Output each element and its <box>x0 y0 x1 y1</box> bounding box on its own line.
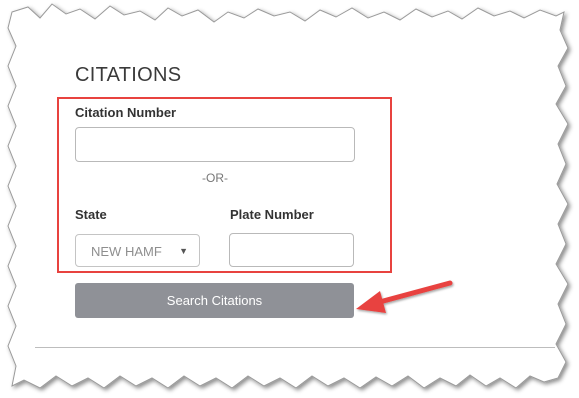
caret-down-icon: ▼ <box>179 246 188 256</box>
arrow-left-icon <box>356 280 453 313</box>
section-divider <box>35 347 555 348</box>
search-citations-button[interactable]: Search Citations <box>75 283 354 318</box>
state-selected-value: NEW HAMF <box>91 244 162 259</box>
citation-number-input[interactable] <box>75 127 355 162</box>
plate-number-label: Plate Number <box>230 207 314 222</box>
state-select[interactable]: NEW HAMF ▼ <box>75 234 200 267</box>
screenshot-stage: CITATIONS Citation Number -OR- State Pla… <box>0 0 579 398</box>
or-separator: -OR- <box>202 171 228 185</box>
citation-number-label: Citation Number <box>75 105 177 120</box>
plate-number-input[interactable] <box>229 233 354 267</box>
state-label: State <box>75 207 107 222</box>
section-title: CITATIONS <box>75 64 182 86</box>
